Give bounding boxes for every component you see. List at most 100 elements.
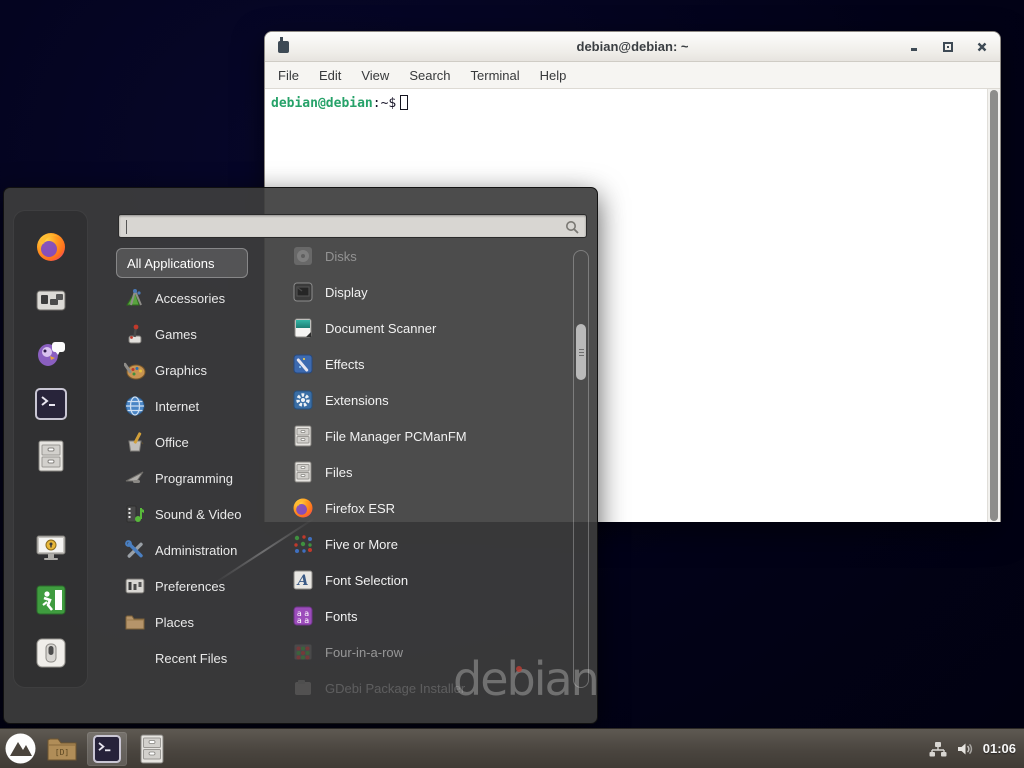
category-office[interactable]: Office xyxy=(116,424,274,460)
shutdown-icon xyxy=(36,638,66,668)
search-icon xyxy=(565,220,579,234)
svg-text:[D]: [D] xyxy=(55,748,69,757)
firefox-icon xyxy=(35,231,67,263)
programming-icon xyxy=(124,467,146,489)
menu-file[interactable]: File xyxy=(268,64,309,87)
shutdown-button[interactable] xyxy=(34,636,68,670)
category-list: All Applications Accessories xyxy=(116,248,274,676)
app-item-document-scanner[interactable]: Document Scanner xyxy=(284,310,570,346)
taskbar-window-terminal[interactable] xyxy=(87,732,127,766)
favorite-terminal[interactable] xyxy=(34,387,68,421)
category-all-applications[interactable]: All Applications xyxy=(116,248,248,278)
games-icon xyxy=(124,323,146,345)
app-item-gdebi-package-installer[interactable]: GDebi Package Installer xyxy=(284,670,570,706)
font-selection-icon: A xyxy=(292,569,314,591)
favorite-system-settings[interactable] xyxy=(34,283,68,317)
app-item-firefox-esr[interactable]: Firefox ESR xyxy=(284,490,570,526)
app-list-scrollbar-thumb[interactable] xyxy=(576,324,586,380)
file-cabinet-icon xyxy=(292,461,314,483)
lock-screen-button[interactable] xyxy=(34,531,68,565)
menu-button[interactable] xyxy=(3,732,37,766)
application-list: Disks Display Document Scanner Effects E… xyxy=(284,238,570,706)
four-in-a-row-icon xyxy=(292,641,314,663)
terminal-icon xyxy=(35,388,67,420)
favorite-pidgin[interactable] xyxy=(34,335,68,369)
app-item-files[interactable]: Files xyxy=(284,454,570,490)
category-internet[interactable]: Internet xyxy=(116,388,274,424)
app-item-display[interactable]: Display xyxy=(284,274,570,310)
svg-text:a a: a a xyxy=(297,616,309,625)
volume-icon[interactable] xyxy=(956,741,974,757)
accessories-icon xyxy=(124,287,146,309)
favorite-firefox[interactable] xyxy=(34,230,68,264)
terminal-icon xyxy=(93,735,121,763)
taskbar-clock[interactable]: 01:06 xyxy=(983,741,1016,756)
maximize-icon[interactable] xyxy=(942,41,954,53)
file-cabinet-icon xyxy=(36,440,66,472)
places-folder-icon xyxy=(124,611,146,633)
app-item-file-manager-pcmanfm[interactable]: File Manager PCManFM xyxy=(284,418,570,454)
app-item-fonts[interactable]: a aa a Fonts xyxy=(284,598,570,634)
file-cabinet-icon xyxy=(139,734,165,764)
close-icon[interactable] xyxy=(976,41,988,53)
category-accessories[interactable]: Accessories xyxy=(116,280,274,316)
terminal-scrollbar[interactable] xyxy=(987,89,1000,522)
menu-terminal[interactable]: Terminal xyxy=(461,64,530,87)
terminal-cursor xyxy=(400,95,408,110)
menu-help[interactable]: Help xyxy=(530,64,577,87)
category-sound-video[interactable]: Sound & Video xyxy=(116,496,274,532)
logout-button[interactable] xyxy=(34,583,68,617)
fonts-icon: a aa a xyxy=(292,605,314,627)
logout-icon xyxy=(36,585,66,615)
firefox-icon xyxy=(292,497,314,519)
shell-prompt: debian@debian:~$ xyxy=(271,95,408,111)
minimize-icon[interactable] xyxy=(908,41,920,53)
file-manager-launcher[interactable] xyxy=(135,732,169,766)
category-graphics[interactable]: Graphics xyxy=(116,352,274,388)
effects-icon xyxy=(292,353,314,375)
document-scanner-icon xyxy=(292,317,314,339)
category-administration[interactable]: Administration xyxy=(116,532,274,568)
prompt-user-host: debian@debian xyxy=(271,96,373,111)
app-item-disks[interactable]: Disks xyxy=(284,238,570,274)
preferences-icon xyxy=(124,575,146,597)
window-title: debian@debian: ~ xyxy=(265,39,1000,54)
administration-icon xyxy=(124,539,146,561)
category-recent-files[interactable]: Recent Files xyxy=(116,640,274,676)
network-icon[interactable] xyxy=(929,741,947,757)
menu-search[interactable]: Search xyxy=(399,64,460,87)
extensions-icon xyxy=(292,389,314,411)
favorite-files[interactable] xyxy=(34,439,68,473)
five-or-more-icon xyxy=(292,533,314,555)
app-item-five-or-more[interactable]: Five or More xyxy=(284,526,570,562)
terminal-menubar: File Edit View Search Terminal Help xyxy=(265,62,1000,89)
system-settings-icon xyxy=(35,285,67,315)
folder-launcher[interactable]: [D] xyxy=(45,732,79,766)
app-item-four-in-a-row[interactable]: Four-in-a-row xyxy=(284,634,570,670)
search-box xyxy=(118,214,587,238)
folder-icon: [D] xyxy=(46,735,78,763)
terminal-scrollbar-thumb[interactable] xyxy=(990,90,998,521)
terminal-titlebar[interactable]: debian@debian: ~ xyxy=(265,32,1000,62)
menu-view[interactable]: View xyxy=(351,64,399,87)
category-programming[interactable]: Programming xyxy=(116,460,274,496)
text-caret xyxy=(126,220,127,234)
app-item-effects[interactable]: Effects xyxy=(284,346,570,382)
menu-logo-icon xyxy=(5,733,36,764)
menu-edit[interactable]: Edit xyxy=(309,64,351,87)
app-item-extensions[interactable]: Extensions xyxy=(284,382,570,418)
graphics-icon xyxy=(124,359,146,381)
application-menu: debian xyxy=(3,187,598,724)
category-places[interactable]: Places xyxy=(116,604,274,640)
app-item-font-selection[interactable]: A Font Selection xyxy=(284,562,570,598)
sound-video-icon xyxy=(124,503,146,525)
category-games[interactable]: Games xyxy=(116,316,274,352)
disks-icon xyxy=(292,245,314,267)
app-list-scrollbar[interactable] xyxy=(573,250,589,688)
internet-icon xyxy=(124,395,146,417)
taskbar: [D] xyxy=(0,728,1024,768)
favorites-panel xyxy=(13,210,88,688)
pidgin-icon xyxy=(35,336,67,368)
search-input[interactable] xyxy=(119,215,586,237)
category-preferences[interactable]: Preferences xyxy=(116,568,274,604)
